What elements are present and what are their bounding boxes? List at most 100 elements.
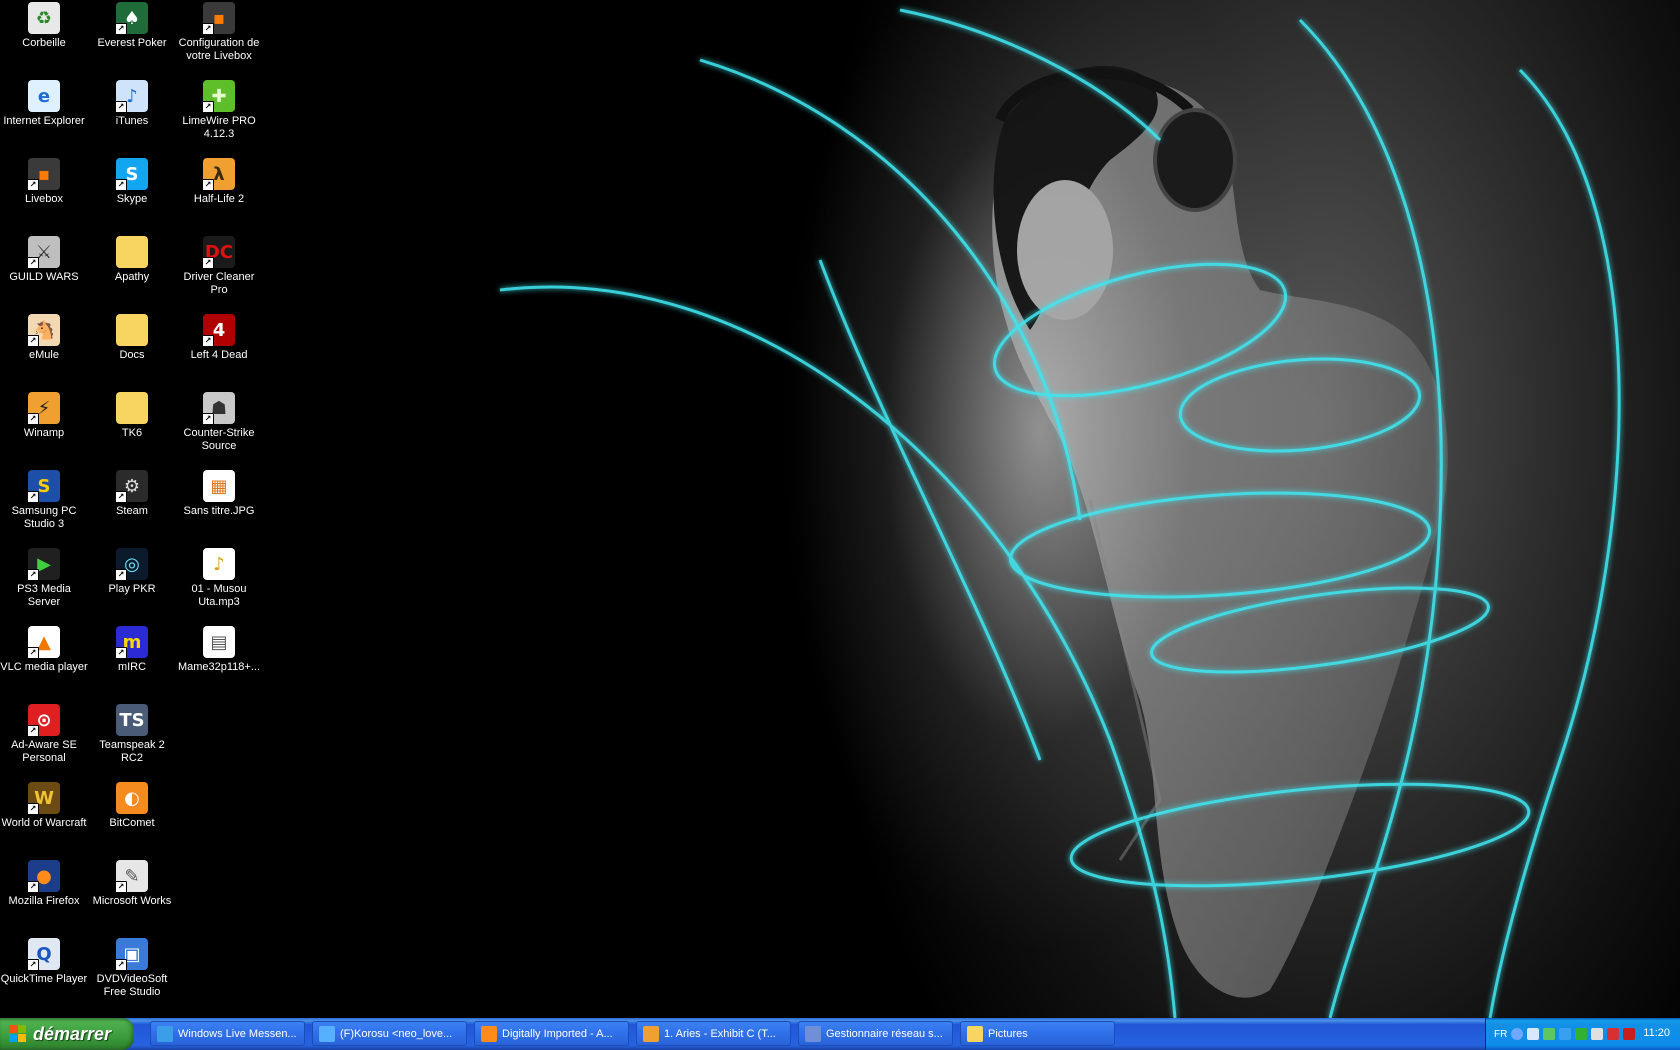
desktop-icon[interactable]: ▶ ↗ PS3 Media Server bbox=[0, 548, 88, 609]
shortcut-arrow-icon: ↗ bbox=[202, 23, 214, 35]
desktop-icon-label: Ad-Aware SE Personal bbox=[11, 739, 77, 764]
shortcut-arrow-icon: ↗ bbox=[115, 179, 127, 191]
desktop-icon-label: Samsung PC Studio 3 bbox=[11, 505, 77, 530]
shortcut-arrow-icon: ↗ bbox=[27, 803, 39, 815]
dvdvideosoft-icon: ▣ ↗ bbox=[115, 938, 148, 971]
desktop-icon-label: LimeWire PRO 4.12.3 bbox=[182, 115, 256, 140]
desktop-icon[interactable]: ✚ ↗ LimeWire PRO 4.12.3 bbox=[175, 80, 263, 141]
start-button[interactable]: démarrer bbox=[0, 1018, 134, 1050]
taskbar-button-label: 1. Aries - Exhibit C (T... bbox=[664, 1027, 776, 1040]
itunes-icon: ♪ ↗ bbox=[115, 80, 148, 113]
desktop-icon[interactable]: ✎ ↗ Microsoft Works bbox=[88, 860, 176, 908]
desktop-icon[interactable]: DC ↗ Driver Cleaner Pro bbox=[175, 236, 263, 297]
desktop-icon[interactable]: ● ↗ Mozilla Firefox bbox=[0, 860, 88, 908]
desktop-icon[interactable]: TK6 bbox=[88, 392, 176, 440]
window-icon bbox=[967, 1025, 983, 1042]
desktop-icon[interactable]: ▤ Mame32p118+... bbox=[175, 626, 263, 674]
desktop-icon-label: Mozilla Firefox bbox=[8, 895, 80, 907]
shortcut-arrow-icon: ↗ bbox=[115, 569, 127, 581]
desktop-icon[interactable]: ♪ ↗ iTunes bbox=[88, 80, 176, 128]
desktop-icon[interactable]: ▣ ↗ DVDVideoSoft Free Studio bbox=[88, 938, 176, 999]
desktop-icon[interactable]: ♻ Corbeille bbox=[0, 2, 88, 50]
desktop-icon[interactable]: S ↗ Samsung PC Studio 3 bbox=[0, 470, 88, 531]
desktop-icon[interactable]: ⚡ ↗ Winamp bbox=[0, 392, 88, 440]
desktop-icon[interactable]: S ↗ Skype bbox=[88, 158, 176, 206]
antivirus-icon[interactable] bbox=[1575, 1028, 1588, 1040]
taskbar-button[interactable]: 1. Aries - Exhibit C (T... bbox=[636, 1021, 791, 1046]
disconnected-icon[interactable] bbox=[1607, 1028, 1620, 1040]
desktop-icon-label: TK6 bbox=[121, 427, 143, 439]
desktop-icon-label: Driver Cleaner Pro bbox=[183, 271, 255, 296]
desktop-icon-label: BitComet bbox=[109, 817, 155, 829]
taskbar-button-label: Windows Live Messen... bbox=[178, 1027, 297, 1040]
messenger-icon[interactable] bbox=[1559, 1028, 1572, 1040]
taskbar-button[interactable]: Windows Live Messen... bbox=[150, 1021, 305, 1046]
desktop-icon[interactable]: ◐ BitComet bbox=[88, 782, 176, 830]
shortcut-arrow-icon: ↗ bbox=[27, 179, 39, 191]
desktop-icon[interactable]: W ↗ World of Warcraft bbox=[0, 782, 88, 830]
desktop-icon[interactable]: TS Teamspeak 2 RC2 bbox=[88, 704, 176, 765]
taskbar-button[interactable]: Pictures bbox=[960, 1021, 1115, 1046]
desktop-icon-label: Livebox bbox=[25, 193, 63, 205]
desktop-icon[interactable]: Docs bbox=[88, 314, 176, 362]
desktop-icon[interactable]: λ ↗ Half-Life 2 bbox=[175, 158, 263, 206]
livebox-icon: ▪ ↗ bbox=[27, 158, 60, 191]
play-pkr-icon: ◎ ↗ bbox=[115, 548, 148, 581]
wifi-icon[interactable] bbox=[1543, 1028, 1556, 1040]
taskbar-button[interactable]: Digitally Imported - A... bbox=[474, 1021, 629, 1046]
taskbar-button-label: Gestionnaire réseau s... bbox=[826, 1027, 943, 1040]
shortcut-arrow-icon: ↗ bbox=[202, 257, 214, 269]
desktop-icon-label: iTunes bbox=[115, 115, 149, 127]
volume-icon[interactable] bbox=[1591, 1028, 1604, 1040]
desktop-icon[interactable]: m ↗ mIRC bbox=[88, 626, 176, 674]
desktop-icon-label: VLC media player bbox=[0, 661, 88, 673]
desktop-icon-label: World of Warcraft bbox=[1, 817, 87, 829]
desktop-icon[interactable]: ⚙ ↗ Steam bbox=[88, 470, 176, 518]
desktop-icon[interactable]: e Internet Explorer bbox=[0, 80, 88, 128]
shortcut-arrow-icon: ↗ bbox=[115, 881, 127, 893]
world-of-warcraft-icon: W ↗ bbox=[27, 782, 60, 815]
desktop-icon[interactable]: Apathy bbox=[88, 236, 176, 284]
taskbar: démarrer Windows Live Messen... (F)Korosu… bbox=[0, 1018, 1680, 1050]
taskbar-button-label: Pictures bbox=[988, 1027, 1028, 1040]
red-flag-icon[interactable] bbox=[1623, 1028, 1636, 1040]
taskbar-button[interactable]: Gestionnaire réseau s... bbox=[798, 1021, 953, 1046]
shortcut-arrow-icon: ↗ bbox=[27, 881, 39, 893]
taskbar-button-label: Digitally Imported - A... bbox=[502, 1027, 613, 1040]
desktop-icon[interactable]: ⊙ ↗ Ad-Aware SE Personal bbox=[0, 704, 88, 765]
internet-explorer-icon: e bbox=[28, 80, 60, 112]
desktop-icon[interactable]: Q ↗ QuickTime Player bbox=[0, 938, 88, 986]
folder-icon bbox=[116, 236, 148, 268]
desktop-icon[interactable]: ♪ 01 - Musou Uta.mp3 bbox=[175, 548, 263, 609]
folder-icon bbox=[116, 314, 148, 346]
desktop-icon-label: 01 - Musou Uta.mp3 bbox=[191, 583, 247, 608]
window-icon bbox=[805, 1025, 821, 1042]
desktop-icon[interactable]: 🐴 ↗ eMule bbox=[0, 314, 88, 362]
emule-icon: 🐴 ↗ bbox=[27, 314, 60, 347]
desktop-icon[interactable]: ▲ ↗ VLC media player bbox=[0, 626, 88, 674]
desktop-icon[interactable]: ▦ Sans titre.JPG bbox=[175, 470, 263, 518]
desktop-icon-label: GUILD WARS bbox=[9, 271, 79, 283]
desktop-icon[interactable]: 4 ↗ Left 4 Dead bbox=[175, 314, 263, 362]
samsung-pc-studio-icon: S ↗ bbox=[27, 470, 60, 503]
desktop-icon[interactable]: ☗ ↗ Counter-Strike Source bbox=[175, 392, 263, 453]
file-icon: ▤ bbox=[203, 626, 235, 658]
desktop-icon[interactable]: ▪ ↗ Livebox bbox=[0, 158, 88, 206]
desktop-icon[interactable]: ♠ ↗ Everest Poker bbox=[88, 2, 176, 50]
half-life-2-icon: λ ↗ bbox=[202, 158, 235, 191]
window-icon bbox=[157, 1025, 173, 1042]
network-icon[interactable] bbox=[1527, 1028, 1540, 1040]
back-arrow-icon[interactable] bbox=[1511, 1028, 1524, 1040]
desktop-icon[interactable]: ▪ ↗ Configuration de votre Livebox bbox=[175, 2, 263, 63]
taskbar-button-label: (F)Korosu <neo_love... bbox=[340, 1027, 453, 1040]
desktop-icon[interactable]: ⚔ ↗ GUILD WARS bbox=[0, 236, 88, 284]
shortcut-arrow-icon: ↗ bbox=[27, 569, 39, 581]
taskbar-button[interactable]: (F)Korosu <neo_love... bbox=[312, 1021, 467, 1046]
desktop-icon-label: Corbeille bbox=[22, 37, 66, 49]
shortcut-arrow-icon: ↗ bbox=[27, 491, 39, 503]
desktop-icon-label: PS3 Media Server bbox=[17, 583, 71, 608]
bitcomet-icon: ◐ bbox=[116, 782, 148, 814]
limewire-icon: ✚ ↗ bbox=[202, 80, 235, 113]
language-indicator[interactable]: FR bbox=[1494, 1029, 1507, 1040]
desktop-icon[interactable]: ◎ ↗ Play PKR bbox=[88, 548, 176, 596]
